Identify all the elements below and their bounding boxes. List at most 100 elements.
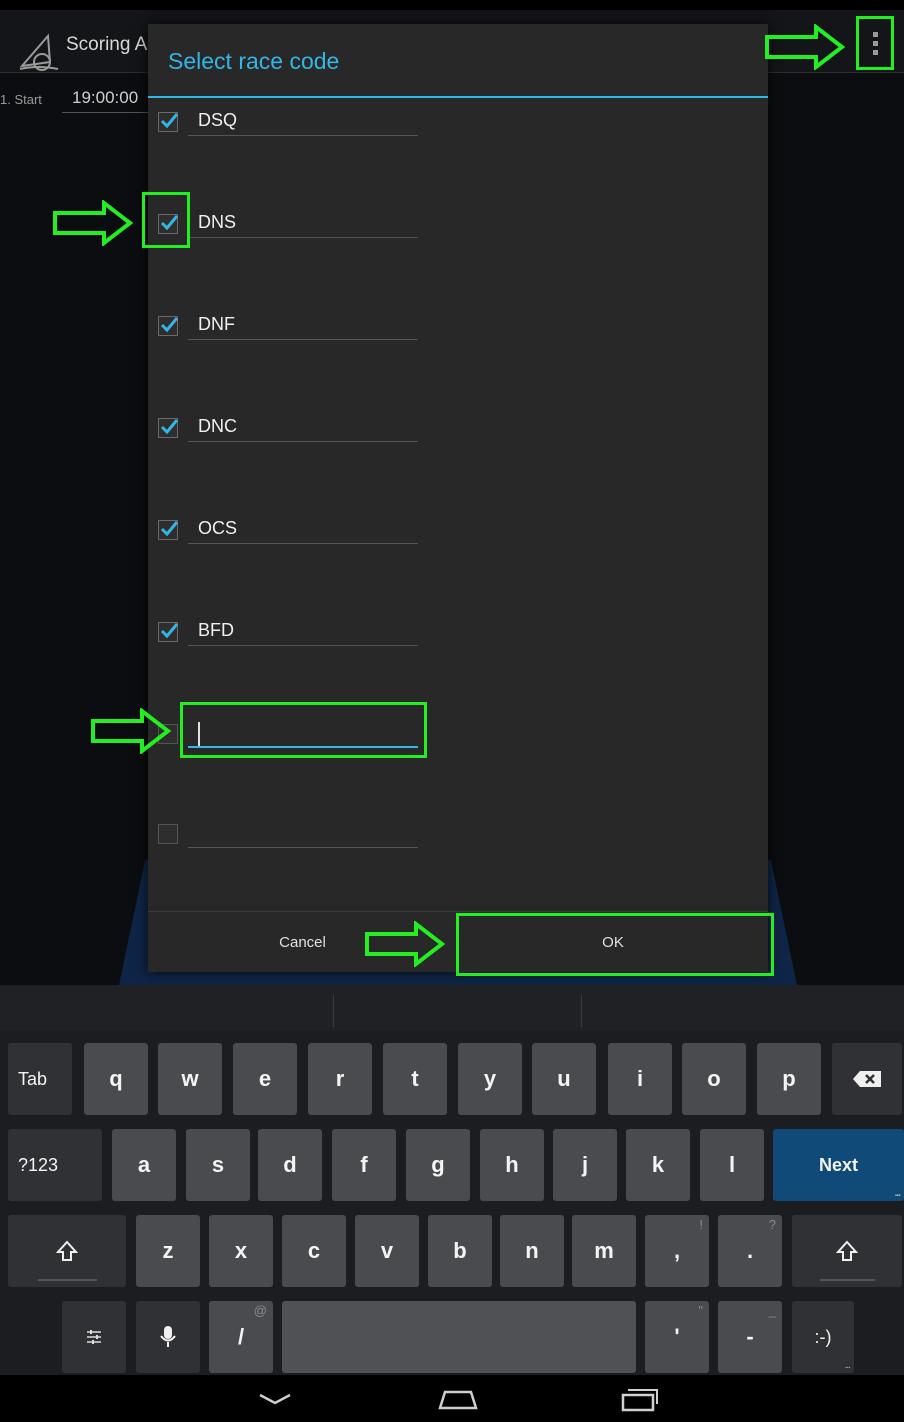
recents-button[interactable] <box>595 1375 685 1422</box>
key-comma[interactable]: , ! <box>645 1215 709 1287</box>
dns-field[interactable]: DNS <box>188 208 418 238</box>
shift-key-left[interactable] <box>8 1215 126 1287</box>
key-n[interactable]: n <box>500 1215 564 1287</box>
key-m[interactable]: m <box>572 1215 636 1287</box>
settings-key[interactable] <box>62 1301 126 1373</box>
dnf-checkbox[interactable] <box>158 316 179 336</box>
key-l[interactable]: l <box>700 1129 764 1201</box>
recents-icon <box>621 1388 658 1411</box>
apostrophe-label: ' <box>674 1324 680 1349</box>
custom-field-highlight <box>180 702 427 758</box>
ocs-checkbox[interactable] <box>158 520 179 540</box>
code-row-dnf: DNF <box>148 314 768 376</box>
bfd-field[interactable]: BFD <box>188 616 418 646</box>
key-dash[interactable]: - _ <box>718 1301 782 1373</box>
key-x[interactable]: x <box>209 1215 273 1287</box>
shift-indicator <box>819 1279 875 1281</box>
start-label: 1. Start <box>0 92 42 107</box>
mic-icon <box>160 1326 176 1347</box>
soft-keyboard: Tab q w e r t y u i o p ?123 a s d f g h… <box>0 985 904 1375</box>
key-h[interactable]: h <box>480 1129 544 1201</box>
home-icon <box>438 1390 478 1409</box>
key-r[interactable]: r <box>308 1043 372 1115</box>
key-u[interactable]: u <box>532 1043 596 1115</box>
key-g[interactable]: g <box>406 1129 470 1201</box>
key-j[interactable]: j <box>553 1129 617 1201</box>
space-key[interactable] <box>282 1301 636 1373</box>
key-p[interactable]: p <box>757 1043 821 1115</box>
start-time-field[interactable]: 19:00:00 <box>62 88 162 113</box>
shift-key-right[interactable] <box>792 1215 902 1287</box>
bfd-checkbox[interactable] <box>158 622 179 642</box>
dnc-checkbox[interactable] <box>158 418 179 438</box>
check-icon <box>160 113 179 129</box>
key-a[interactable]: a <box>112 1129 176 1201</box>
voice-input-key[interactable] <box>136 1301 200 1373</box>
key-period[interactable]: . ? <box>718 1215 782 1287</box>
overflow-dot <box>872 40 878 46</box>
key-b[interactable]: b <box>428 1215 492 1287</box>
suggestion-strip <box>0 985 904 1031</box>
key-e[interactable]: e <box>233 1043 297 1115</box>
check-icon <box>160 521 179 537</box>
settings-icon <box>87 1330 101 1344</box>
custom-code-2-checkbox[interactable] <box>158 824 178 844</box>
period-label: . <box>746 1238 754 1263</box>
key-slash[interactable]: / @ <box>209 1301 273 1373</box>
code-row-dnc: DNC <box>148 416 768 478</box>
code-row-bfd: BFD <box>148 620 768 682</box>
ok-button-highlight <box>456 913 774 976</box>
at-hint: @ <box>253 1303 267 1318</box>
backspace-key[interactable] <box>832 1043 902 1115</box>
exclamation-hint: ! <box>699 1217 703 1232</box>
comma-label: , <box>673 1238 681 1263</box>
key-v[interactable]: v <box>355 1215 419 1287</box>
back-button[interactable] <box>230 1375 320 1422</box>
key-z[interactable]: z <box>136 1215 200 1287</box>
key-c[interactable]: c <box>282 1215 346 1287</box>
smiley-key[interactable]: :-) ... <box>792 1301 854 1373</box>
code-row-dns: DNS <box>148 212 768 274</box>
overflow-menu-button[interactable] <box>856 16 894 70</box>
key-d[interactable]: d <box>258 1129 322 1201</box>
back-icon <box>259 1393 291 1404</box>
dash-label: - <box>746 1324 754 1349</box>
backspace-icon <box>853 1071 881 1087</box>
dnf-field[interactable]: DNF <box>188 310 418 340</box>
key-i[interactable]: i <box>608 1043 672 1115</box>
key-t[interactable]: t <box>383 1043 447 1115</box>
dsq-field[interactable]: DSQ <box>188 106 418 136</box>
dnc-field[interactable]: DNC <box>188 412 418 442</box>
suggestion-divider <box>333 995 334 1027</box>
underscore-hint: _ <box>768 1303 776 1318</box>
code-row-dsq: DSQ <box>148 110 768 172</box>
more-dots: ... <box>894 1188 901 1199</box>
arrow-right-icon <box>365 921 446 967</box>
code-row-custom-2 <box>148 824 768 884</box>
title-divider <box>148 96 768 98</box>
next-key-label: Next <box>818 1154 858 1175</box>
race-code-dialog: Select race code DSQ DNS DNF DNC OCS BFD… <box>148 24 768 972</box>
key-k[interactable]: k <box>626 1129 690 1201</box>
key-q[interactable]: q <box>84 1043 148 1115</box>
question-hint: ? <box>768 1217 776 1232</box>
dsq-checkbox[interactable] <box>158 112 179 132</box>
code-row-ocs: OCS <box>148 518 768 580</box>
tab-key[interactable]: Tab <box>8 1043 72 1115</box>
key-y[interactable]: y <box>458 1043 522 1115</box>
key-f[interactable]: f <box>332 1129 396 1201</box>
overflow-dot <box>872 31 878 37</box>
ocs-field[interactable]: OCS <box>188 514 418 544</box>
key-w[interactable]: w <box>158 1043 222 1115</box>
smiley-label: :-) <box>814 1326 832 1347</box>
key-apostrophe[interactable]: ' " <box>645 1301 709 1373</box>
home-button[interactable] <box>408 1375 508 1422</box>
overflow-dot <box>872 49 878 55</box>
symbols-key[interactable]: ?123 <box>8 1129 102 1201</box>
arrow-right-icon <box>53 200 134 246</box>
custom-code-2-field[interactable] <box>188 818 418 848</box>
next-key[interactable]: Next ... <box>773 1129 904 1201</box>
key-o[interactable]: o <box>682 1043 746 1115</box>
dns-checkbox-highlight <box>142 192 190 248</box>
key-s[interactable]: s <box>186 1129 250 1201</box>
